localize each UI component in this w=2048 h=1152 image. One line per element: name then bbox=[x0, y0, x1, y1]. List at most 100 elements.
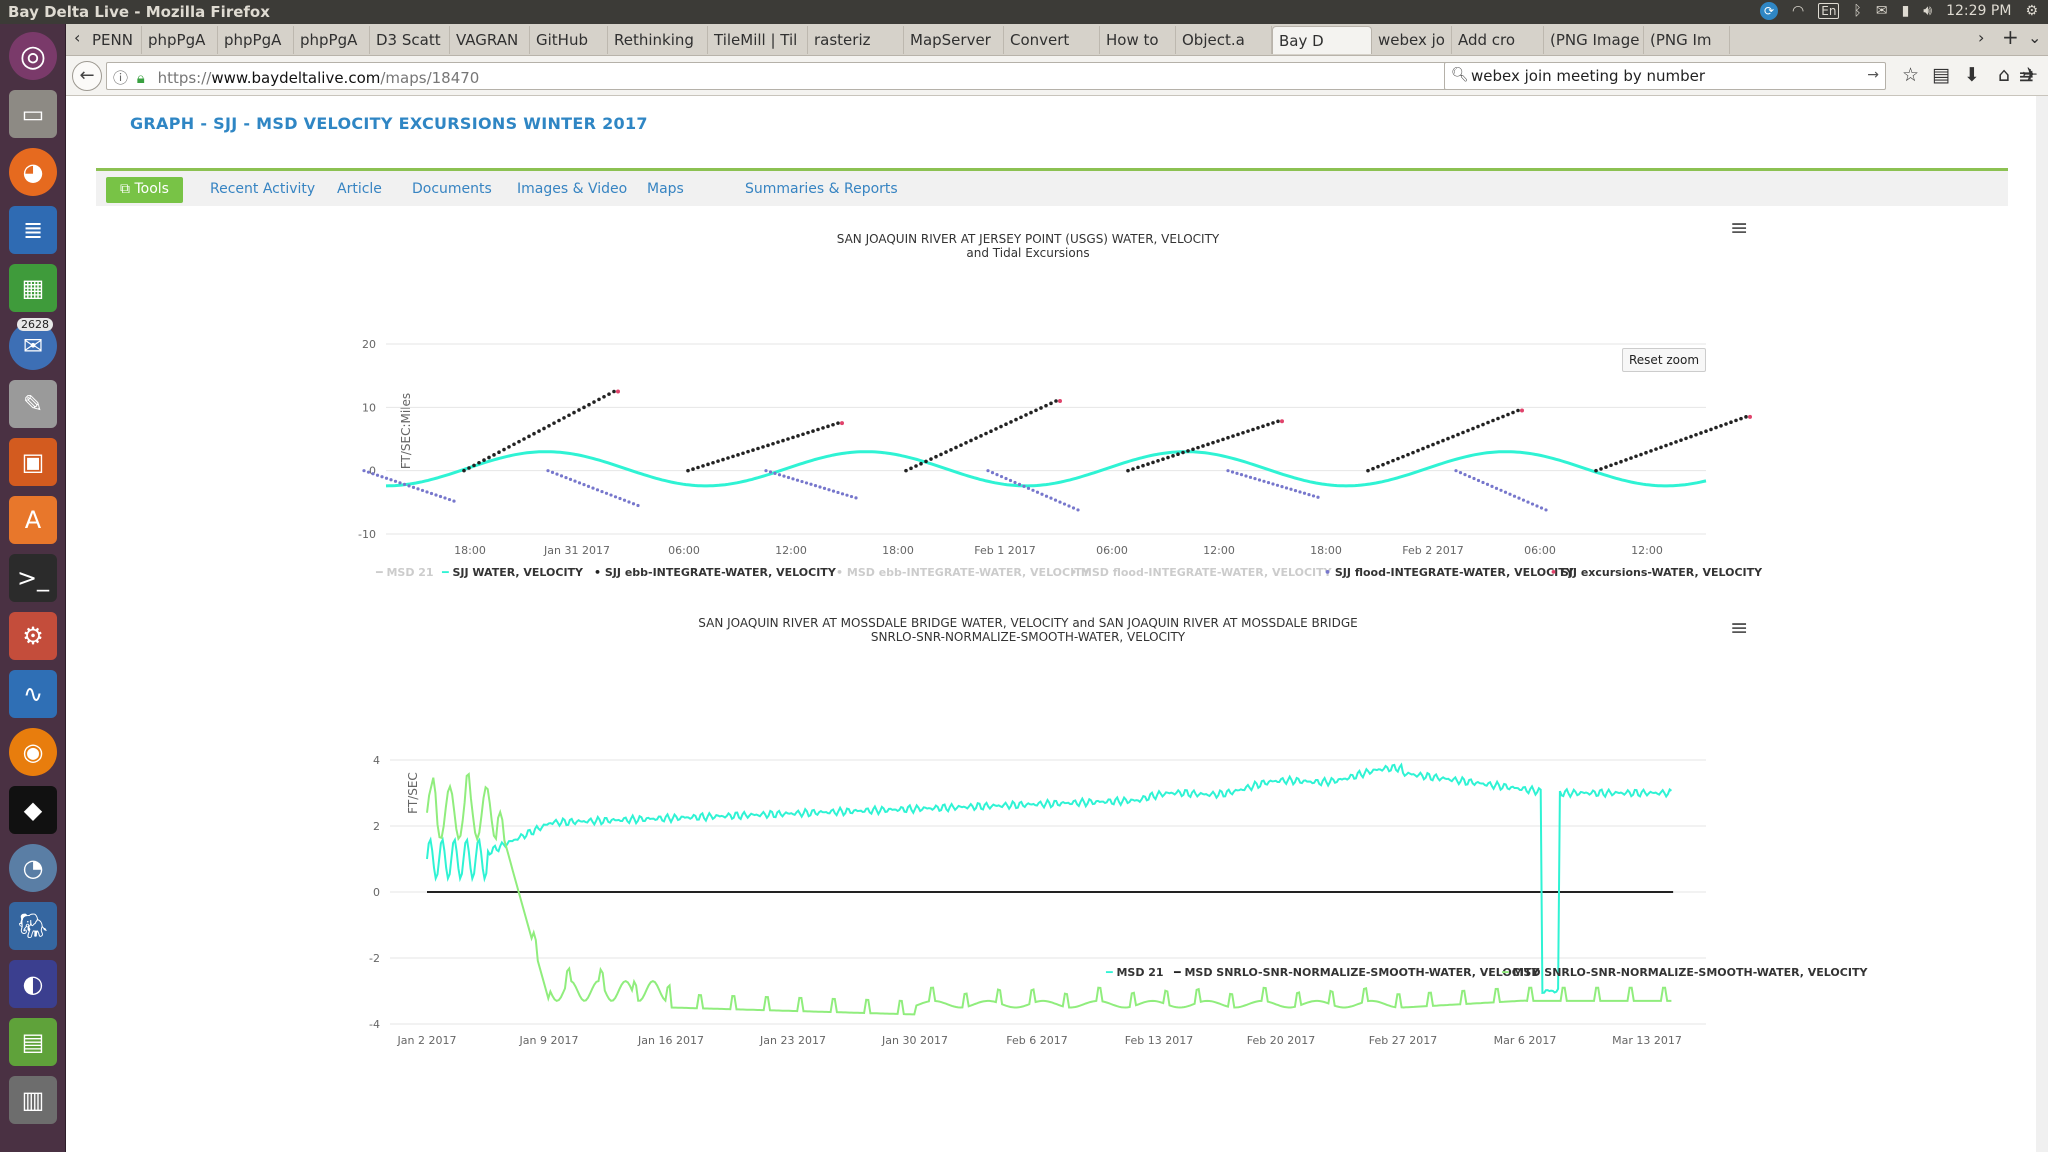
bluetooth-icon[interactable]: ᛒ bbox=[1853, 3, 1861, 19]
terminal-icon[interactable]: >_ bbox=[9, 554, 57, 602]
browser-tab[interactable]: (PNG Im bbox=[1644, 26, 1730, 54]
system-monitor-icon[interactable]: ∿ bbox=[9, 670, 57, 718]
keyboard-layout-indicator[interactable]: En bbox=[1818, 3, 1840, 19]
page-scrollbar[interactable] bbox=[2036, 96, 2048, 1152]
chart1-legend-item[interactable]: • SJJ ebb-INTEGRATE-WATER, VELOCITY bbox=[594, 566, 836, 579]
browser-tab[interactable]: phpPgA bbox=[142, 26, 218, 54]
browser-tab[interactable]: phpPgA bbox=[218, 26, 294, 54]
browser-tab[interactable]: VAGRAN bbox=[450, 26, 530, 54]
browser-tab[interactable]: Object.a bbox=[1176, 26, 1272, 54]
system-settings-icon[interactable]: ⚙ bbox=[9, 612, 57, 660]
chart2-legend-item[interactable]: ━ MSD 21 bbox=[1106, 966, 1164, 979]
eclipse-icon[interactable]: ◐ bbox=[9, 960, 57, 1008]
workspace-icon[interactable]: ▥ bbox=[9, 1076, 57, 1124]
chart1-ebb-point bbox=[1261, 424, 1265, 429]
blender-icon[interactable]: ◉ bbox=[9, 728, 57, 776]
chart1-ebb-point bbox=[1451, 434, 1455, 439]
impress-icon[interactable]: ▣ bbox=[9, 438, 57, 486]
pgadmin-icon[interactable]: 🐘︎ bbox=[9, 902, 57, 950]
chart1-plot[interactable]: 20 10 0 -10 18:00 Jan 31 2017 06:00 12:00 18:00 F… bbox=[66, 326, 2048, 596]
browser-tab[interactable]: Add cro bbox=[1452, 26, 1544, 54]
settings-gear-icon[interactable]: ⚙ bbox=[2025, 3, 2038, 19]
chart1-ebb-point bbox=[1639, 452, 1643, 457]
chart1-legend-item[interactable]: ━ SJJ WATER, VELOCITY bbox=[442, 566, 583, 579]
chart1-flood-point bbox=[411, 485, 416, 489]
chart1-flood-point bbox=[591, 486, 595, 490]
tab-documents[interactable]: Documents bbox=[412, 181, 492, 197]
chart1-flood-point bbox=[1239, 473, 1244, 477]
browser-tab[interactable]: rasteriz bbox=[808, 26, 904, 54]
volume-icon[interactable]: 🔊︎ bbox=[1923, 3, 1932, 19]
chart2-legend-item[interactable]: ━ MSD SNRLO-SNR-NORMALIZE-SMOOTH-WATER, … bbox=[1502, 966, 1867, 979]
tab-recent-activity[interactable]: Recent Activity bbox=[210, 181, 315, 197]
browser-tab[interactable]: Rethinking bbox=[608, 26, 708, 54]
chart2-plot[interactable]: 4 2 0 -2 -4 Jan 2 2017 Jan 9 2017 Jan 16 2017 Ja… bbox=[66, 736, 2048, 1096]
firefox-icon[interactable]: ◕ bbox=[9, 148, 57, 196]
browser-tab[interactable]: (PNG Image bbox=[1544, 26, 1644, 54]
clock[interactable]: 12:29 PM bbox=[1946, 3, 2011, 19]
chart1-flood-point bbox=[407, 484, 411, 488]
bookmark-star-icon[interactable]: ☆ bbox=[1902, 64, 1919, 86]
software-center-icon[interactable]: A bbox=[9, 496, 57, 544]
files-icon[interactable]: ▭ bbox=[9, 90, 57, 138]
search-go-icon[interactable]: → bbox=[1867, 67, 1879, 83]
tools-button[interactable]: ⧉ Tools bbox=[106, 177, 183, 203]
tab-article[interactable]: Article bbox=[337, 181, 382, 197]
chart1-export-menu-icon[interactable]: ≡ bbox=[1730, 216, 1748, 241]
sync-icon[interactable]: ⟳ bbox=[1760, 2, 1779, 20]
system-top-panel: Bay Delta Live - Mozilla Firefox ⟳ ◠ En … bbox=[0, 0, 2048, 24]
chart1-legend-item[interactable]: ━ MSD 21 bbox=[376, 566, 434, 579]
chart1-ebb-point bbox=[522, 437, 526, 441]
chart1-y-tick-label: 10 bbox=[362, 401, 376, 414]
chart1-ebb-point bbox=[1501, 414, 1505, 419]
gimp-icon[interactable]: ◔ bbox=[9, 844, 57, 892]
browser-tab[interactable]: phpPgA bbox=[294, 26, 370, 54]
chart2-x-tick-label: Feb 27 2017 bbox=[1369, 1034, 1437, 1047]
bookmarks-library-icon[interactable]: ▤ bbox=[1932, 64, 1950, 86]
browser-tab[interactable]: Bay D bbox=[1272, 26, 1372, 54]
chart1-legend-item[interactable]: • MSD flood-INTEGRATE-WATER, VELOCITY bbox=[1070, 566, 1332, 579]
tab-summaries-reports[interactable]: Summaries & Reports bbox=[745, 181, 898, 197]
back-arrow-icon[interactable]: ← bbox=[72, 61, 102, 91]
site-info-icon[interactable]: ⓘ bbox=[113, 69, 128, 87]
browser-tab[interactable]: D3 Scatt bbox=[370, 26, 450, 54]
thunderbird-icon[interactable]: ✉ 2628 bbox=[9, 318, 57, 370]
text-editor-icon[interactable]: ✎ bbox=[9, 380, 57, 428]
chart1-legend-item[interactable]: • SJJ flood-INTEGRATE-WATER, VELOCITY bbox=[1324, 566, 1574, 579]
browser-tab[interactable]: webex jo bbox=[1372, 26, 1452, 54]
browser-tab[interactable]: Convert bbox=[1004, 26, 1100, 54]
qgis-icon[interactable]: ▤ bbox=[9, 1018, 57, 1066]
firefox-menu-icon[interactable]: ≡ bbox=[2018, 64, 2035, 88]
tab-maps[interactable]: Maps bbox=[647, 181, 684, 197]
chart1-legend-item[interactable]: • MSD ebb-INTEGRATE-WATER, VELOCITY bbox=[836, 566, 1090, 579]
chart2-export-menu-icon[interactable]: ≡ bbox=[1730, 616, 1748, 641]
writer-icon[interactable]: ≣ bbox=[9, 206, 57, 254]
search-input[interactable]: 🔍︎ webex join meeting by number → bbox=[1444, 62, 1886, 90]
tab-images-video[interactable]: Images & Video bbox=[517, 181, 627, 197]
chart2-legend-item[interactable]: ━ MSD SNRLO-SNR-NORMALIZE-SMOOTH-WATER, … bbox=[1174, 966, 1539, 979]
browser-tab[interactable]: How to bbox=[1100, 26, 1176, 54]
new-tab-icon[interactable]: + bbox=[2002, 25, 2019, 49]
mail-icon[interactable]: ✉ bbox=[1876, 3, 1888, 19]
wifi-icon[interactable]: ◠ bbox=[1792, 3, 1804, 19]
chart1-ebb-point bbox=[492, 453, 496, 457]
ubuntu-dash-icon[interactable]: ◎ bbox=[9, 32, 57, 80]
browser-tab[interactable]: PENN bbox=[86, 26, 142, 54]
url-bar[interactable]: ⓘ 🔒︎ https://www.baydeltalive.com/maps/1… bbox=[106, 62, 1476, 90]
inkscape-icon[interactable]: ◆ bbox=[9, 786, 57, 834]
list-all-tabs-icon[interactable]: ⌄ bbox=[2028, 28, 2041, 47]
calc-icon[interactable]: ▦ bbox=[9, 264, 57, 312]
home-icon[interactable]: ⌂ bbox=[1998, 64, 2010, 86]
browser-tab[interactable]: TileMill | Til bbox=[708, 26, 808, 54]
chart1-legend-item[interactable]: • SJJ excursions-WATER, VELOCITY bbox=[1550, 566, 1762, 579]
browser-tab[interactable]: GitHub bbox=[530, 26, 608, 54]
chart1-ebb-point bbox=[984, 431, 988, 436]
browser-tab[interactable]: MapServer bbox=[904, 26, 1004, 54]
battery-icon[interactable]: ▮ bbox=[1902, 3, 1910, 19]
chart1-flood-point bbox=[1076, 508, 1080, 512]
lock-icon[interactable]: 🔒︎ bbox=[137, 69, 145, 87]
scroll-tabs-left-icon[interactable]: ‹ bbox=[74, 28, 80, 47]
downloads-icon[interactable]: ⬇ bbox=[1964, 64, 1980, 86]
scroll-tabs-right-icon[interactable]: › bbox=[1978, 28, 1984, 47]
chart1-flood-point bbox=[384, 476, 389, 480]
